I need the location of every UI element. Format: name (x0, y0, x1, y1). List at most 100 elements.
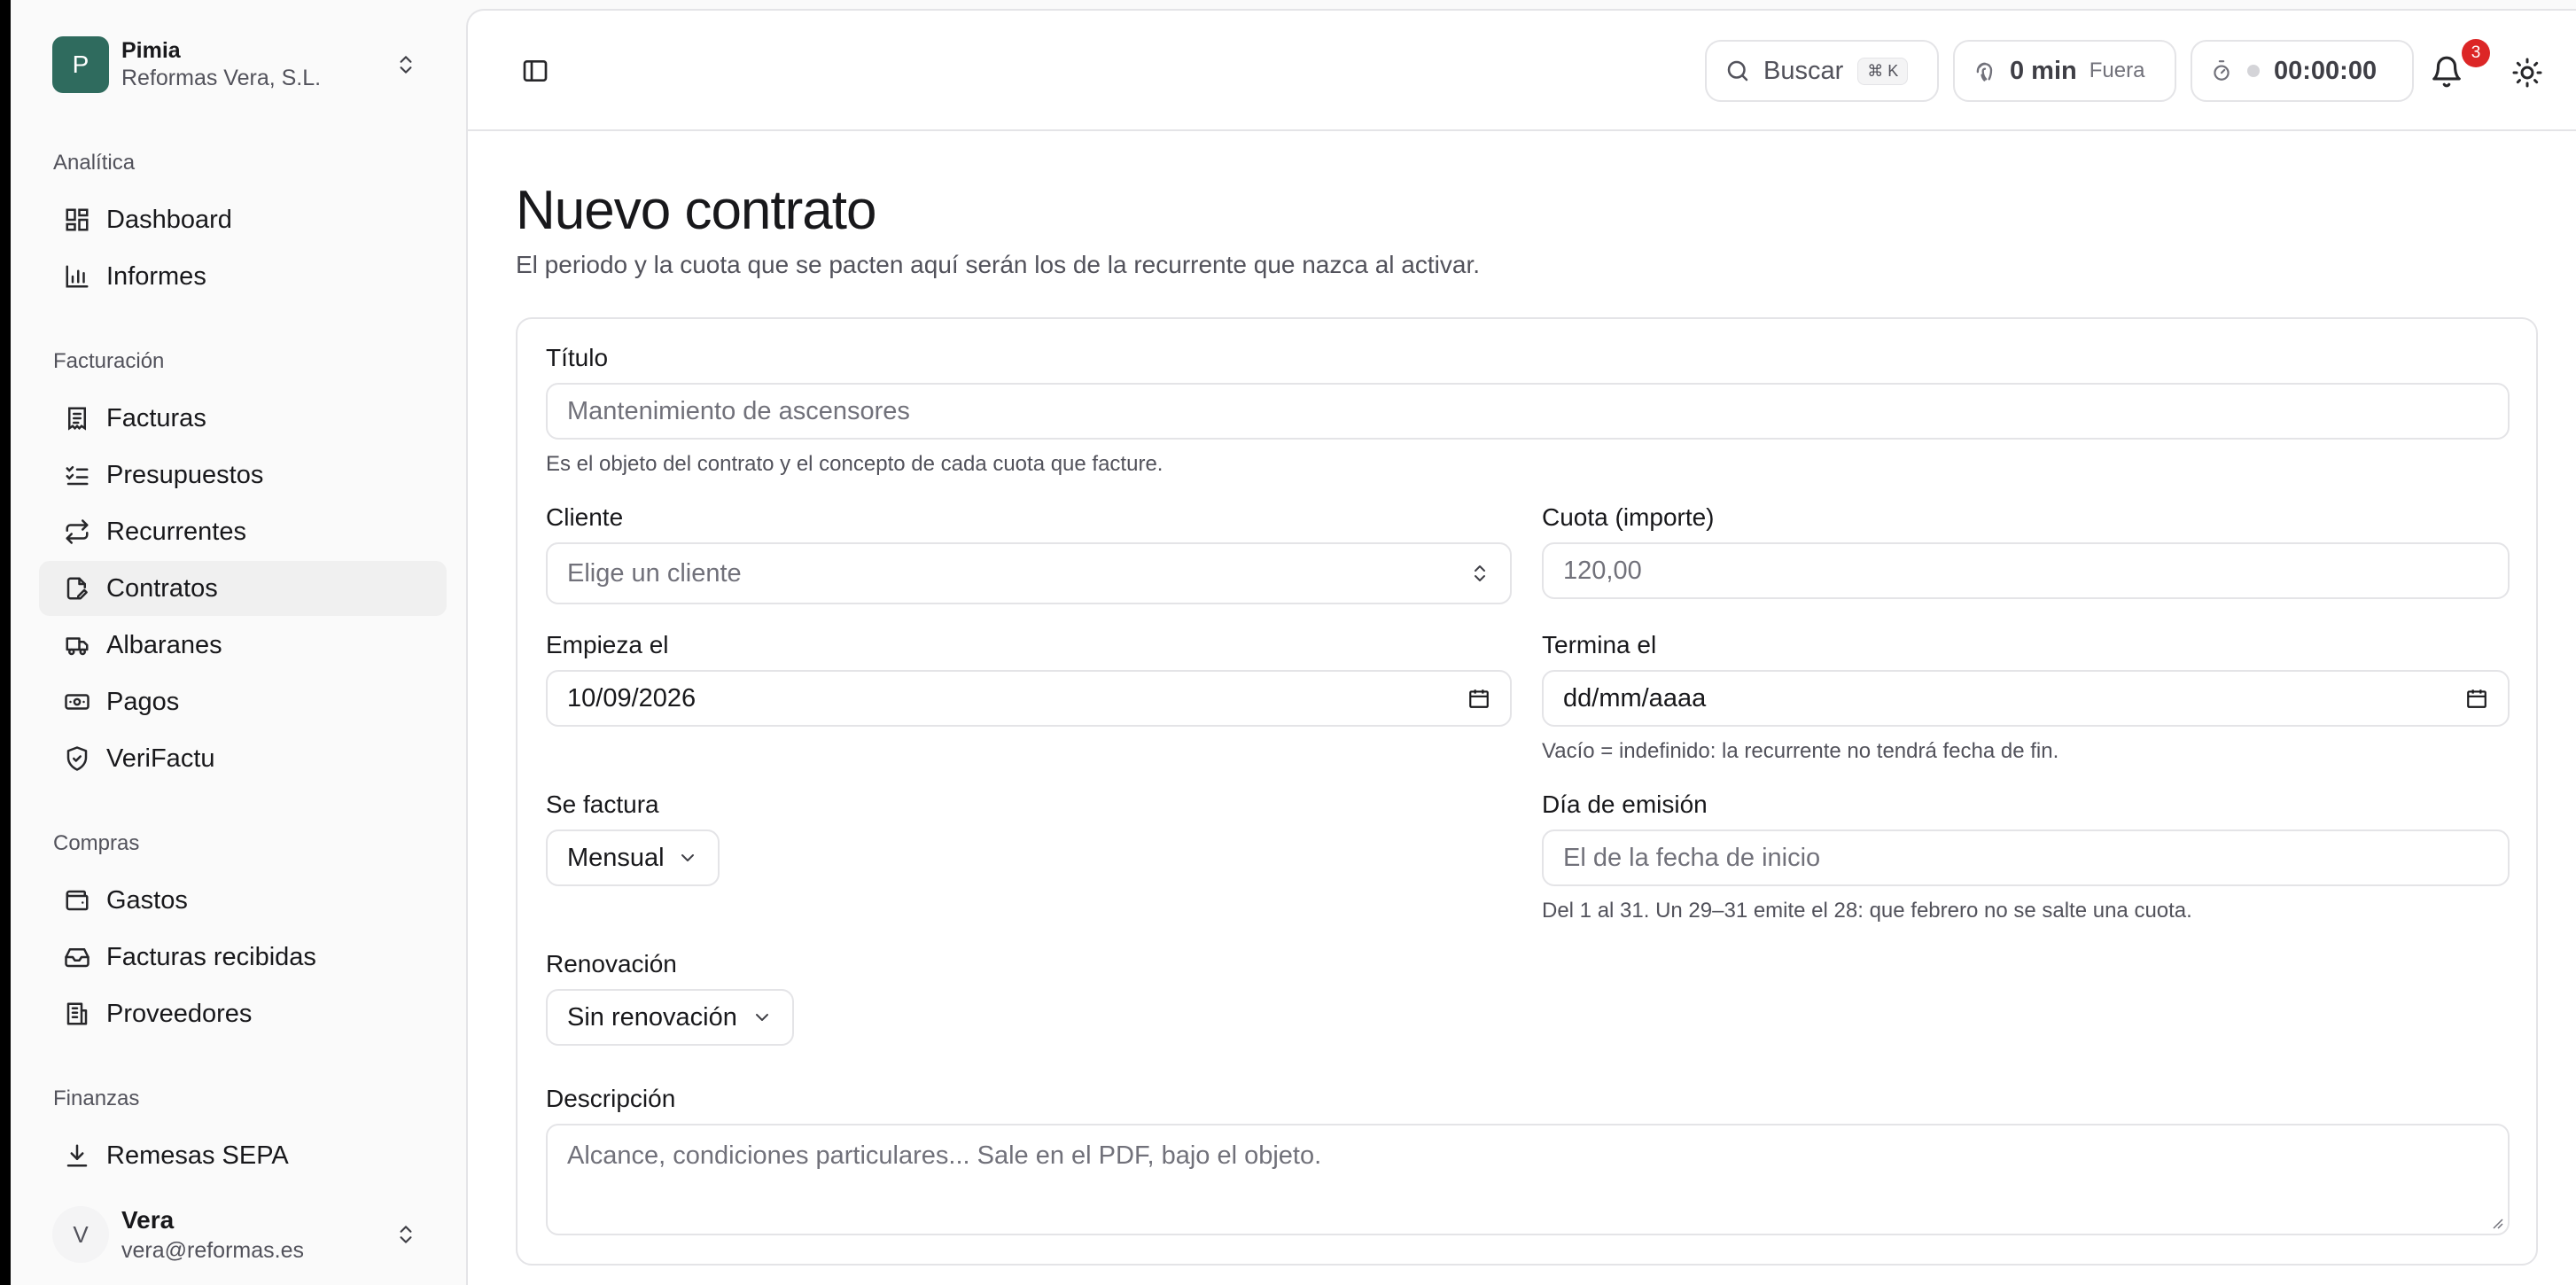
sidebar-item-label: Presupuestos (106, 460, 264, 489)
timer-button[interactable]: 00:00:00 (2191, 40, 2414, 102)
factura-select[interactable]: Mensual (546, 829, 720, 886)
sidebar-item-pagos[interactable]: Pagos (39, 674, 447, 729)
sidebar-item-label: VeriFactu (106, 744, 215, 773)
user-menu[interactable]: V Vera vera@reformas.es (52, 1201, 442, 1268)
presence-status: Fuera (2089, 58, 2145, 82)
avatar: V (52, 1206, 109, 1263)
cuota-label: Cuota (importe) (1542, 503, 1715, 531)
page-title: Nuevo contrato (516, 180, 876, 241)
file-pen-icon (66, 577, 88, 600)
nav-group-facturacion: Facturación (53, 349, 165, 373)
user-email: vera@reformas.es (121, 1237, 304, 1263)
chevrons-up-down-icon (400, 1226, 412, 1243)
timer-value: 00:00:00 (2274, 56, 2378, 85)
nav-group-finanzas: Finanzas (53, 1086, 140, 1110)
sidebar-item-proveedores[interactable]: Proveedores (39, 986, 447, 1041)
nav-group-compras: Compras (53, 831, 140, 855)
cliente-label: Cliente (546, 503, 624, 531)
repeat-icon (66, 519, 89, 544)
factura-label: Se factura (546, 790, 659, 818)
stopwatch-icon (2214, 60, 2230, 81)
chevrons-up-down-icon (1475, 565, 1485, 581)
sidebar-item-label: Informes (106, 261, 206, 291)
termina-label: Termina el (1542, 631, 1657, 658)
timer-status-dot (2247, 65, 2260, 77)
sidebar: P Pimia Reformas Vera, S.L. Analítica Da… (11, 0, 465, 1285)
user-name: Vera (121, 1205, 175, 1234)
termina-date-input[interactable]: dd/mm/aaaa (1542, 670, 2510, 727)
chevron-down-icon (681, 854, 694, 861)
search-shortcut: ⌘ K (1857, 57, 1909, 85)
shield-check-icon (66, 746, 88, 771)
chevrons-up-down-icon (400, 56, 412, 74)
sidebar-item-dashboard[interactable]: Dashboard (39, 192, 447, 247)
termina-help: Vacío = indefinido: la recurrente no ten… (1542, 739, 2059, 763)
emision-input[interactable]: El de la fecha de inicio (1542, 829, 2510, 886)
topbar: Buscar ⌘ K 0 min Fuera 00:00:00 3 (468, 11, 2576, 131)
sidebar-item-informes[interactable]: Informes (39, 249, 447, 304)
descripcion-textarea[interactable]: Alcance, condiciones particulares... Sal… (546, 1124, 2510, 1235)
presence-time: 0 min (2010, 56, 2077, 85)
sun-icon[interactable] (2511, 57, 2543, 89)
main-panel: Buscar ⌘ K 0 min Fuera 00:00:00 3 Nuevo … (466, 9, 2576, 1285)
chevron-down-icon (756, 1014, 768, 1021)
sidebar-item-label: Facturas (106, 403, 206, 432)
sidebar-item-presupuestos[interactable]: Presupuestos (39, 448, 447, 502)
banknote-icon (65, 694, 89, 710)
sidebar-item-remesas-sepa[interactable]: Remesas SEPA (39, 1128, 447, 1183)
org-name: Pimia (121, 37, 181, 63)
factura-value: Mensual (567, 843, 665, 872)
sidebar-item-verifactu[interactable]: VeriFactu (39, 731, 447, 786)
termina-value: dd/mm/aaaa (1563, 683, 1707, 713)
descripcion-label: Descripción (546, 1085, 676, 1112)
org-switcher[interactable]: P Pimia Reformas Vera, S.L. (52, 34, 442, 96)
search-button[interactable]: Buscar ⌘ K (1705, 40, 1939, 102)
search-icon (1727, 60, 1748, 82)
building-icon (66, 1002, 88, 1025)
sidebar-item-label: Albaranes (106, 630, 222, 659)
nav-group-analitica: Analítica (53, 151, 136, 175)
calendar-icon[interactable] (1467, 687, 1490, 710)
renovacion-label: Renovación (546, 950, 677, 977)
sidebar-item-recurrentes[interactable]: Recurrentes (39, 504, 447, 559)
presence-button[interactable]: 0 min Fuera (1953, 40, 2176, 102)
resize-handle-icon[interactable] (2490, 1216, 2504, 1230)
titulo-help: Es el objeto del contrato y el concepto … (546, 452, 1163, 476)
sidebar-item-albaranes[interactable]: Albaranes (39, 618, 447, 673)
dashboard-icon (66, 208, 89, 231)
sidebar-item-label: Pagos (106, 687, 180, 716)
emision-label: Día de emisión (1542, 790, 1708, 818)
emision-help: Del 1 al 31. Un 29–31 emite el 28: que f… (1542, 899, 2192, 923)
list-checks-icon (66, 466, 89, 486)
sidebar-item-label: Remesas SEPA (106, 1141, 289, 1170)
app-window: P Pimia Reformas Vera, S.L. Analítica Da… (11, 0, 2576, 1285)
wallet-icon (66, 890, 89, 911)
titulo-label: Título (546, 344, 609, 371)
bell-icon[interactable] (2430, 55, 2463, 89)
cliente-placeholder: Elige un cliente (567, 558, 742, 588)
sidebar-item-facturas[interactable]: Facturas (39, 391, 447, 446)
truck-icon (66, 637, 89, 656)
cuota-input[interactable]: 120,00 (1542, 542, 2510, 599)
empieza-label: Empieza el (546, 631, 669, 658)
sidebar-item-label: Facturas recibidas (106, 942, 316, 971)
search-label: Buscar (1763, 56, 1844, 85)
descripcion-placeholder: Alcance, condiciones particulares... Sal… (567, 1141, 1322, 1170)
download-icon (66, 1144, 88, 1167)
empieza-date-input[interactable]: 10/09/2026 (546, 670, 1512, 727)
cliente-select[interactable]: Elige un cliente (546, 542, 1512, 604)
receipt-icon (68, 407, 86, 431)
renovacion-select[interactable]: Sin renovación (546, 989, 794, 1046)
titulo-input[interactable]: Mantenimiento de ascensores (546, 383, 2510, 440)
sidebar-item-label: Recurrentes (106, 517, 246, 546)
panel-left-icon[interactable] (521, 57, 549, 85)
sidebar-item-contratos[interactable]: Contratos (39, 561, 447, 616)
sidebar-item-facturas-recibidas[interactable]: Facturas recibidas (39, 930, 447, 985)
sidebar-item-gastos[interactable]: Gastos (39, 873, 447, 928)
calendar-icon[interactable] (2465, 687, 2488, 710)
page-subtitle: El periodo y la cuota que se pacten aquí… (516, 251, 1481, 278)
bar-chart-icon (66, 265, 89, 288)
empieza-value: 10/09/2026 (567, 683, 697, 713)
inbox-icon (65, 948, 89, 968)
contract-form: Título Mantenimiento de ascensores Es el… (516, 317, 2538, 1266)
